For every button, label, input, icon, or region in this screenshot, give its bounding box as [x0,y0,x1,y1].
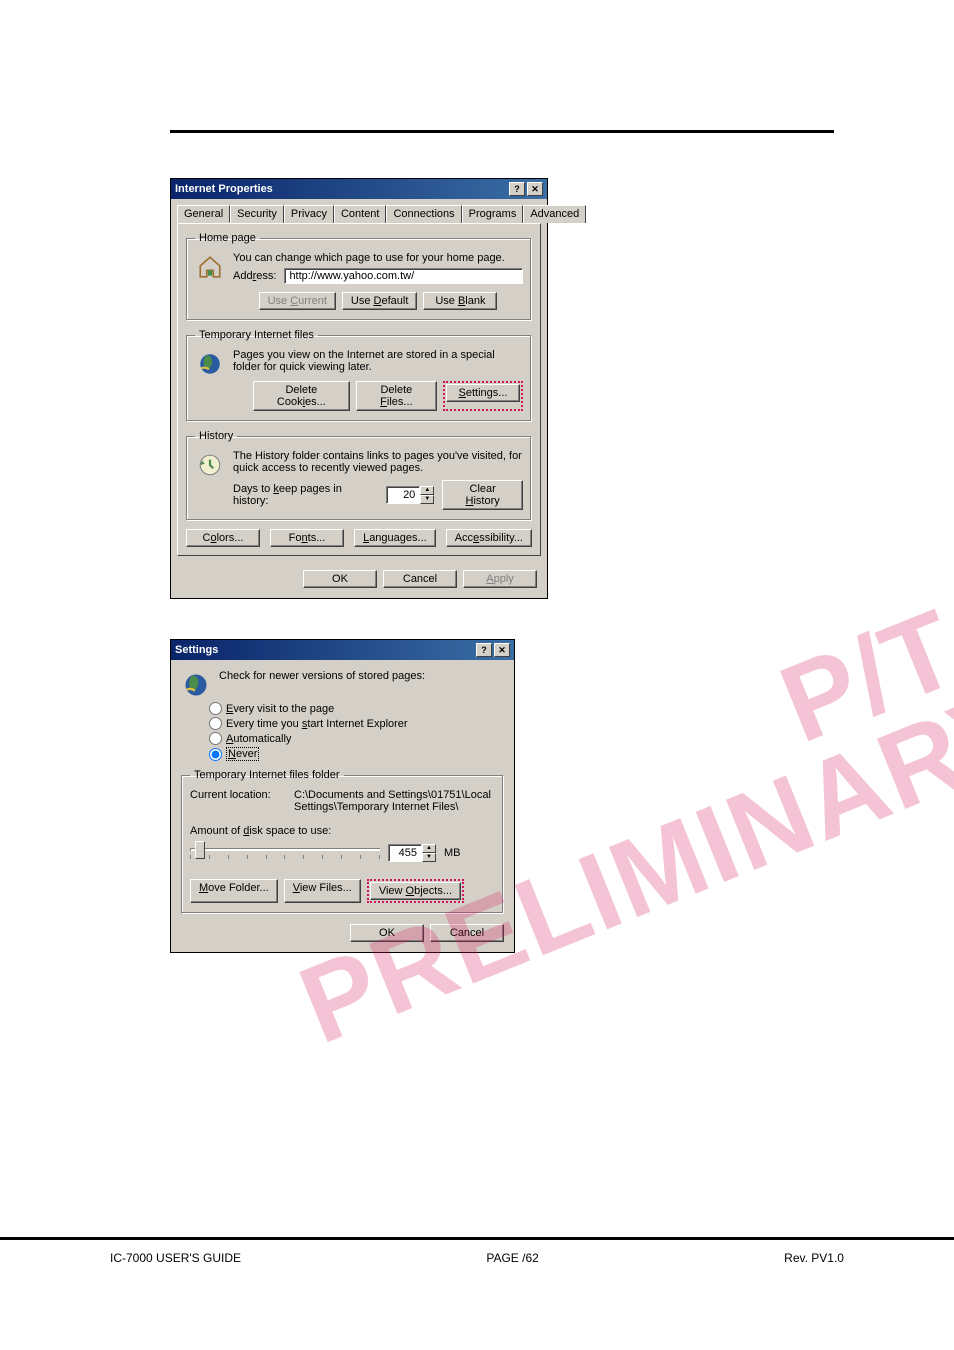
disk-spinner[interactable]: ▲ ▼ [388,844,436,862]
radio-every-visit[interactable] [209,702,222,715]
internet-properties-dialog: Internet Properties ? ✕ General Security… [170,178,548,599]
radio-never[interactable] [209,748,222,761]
globe-icon [181,670,211,700]
radio-label: Automatically [226,733,291,745]
history-icon [195,450,225,480]
tab-general[interactable]: General [177,205,230,223]
homepage-text: You can change which page to use for you… [233,252,523,264]
temp-legend: Temporary Internet files [195,329,318,341]
homepage-group: Home page You can change which page to u… [186,232,532,321]
dialog-title: Internet Properties [175,183,273,195]
titlebar: Internet Properties ? ✕ [171,179,547,199]
colors-button[interactable]: Colors... [186,529,260,547]
tab-advanced[interactable]: Advanced [523,205,586,223]
radio-label: Every visit to the page [226,703,334,715]
tabs: General Security Privacy Content Connect… [171,199,547,223]
footer-right: Rev. PV1.0 [784,1251,844,1265]
fonts-button[interactable]: Fonts... [270,529,344,547]
ok-button[interactable]: OK [350,924,424,942]
temp-folder-group: Temporary Internet files folder Current … [181,769,504,914]
spin-up[interactable]: ▲ [420,486,434,495]
home-icon [195,252,225,282]
disk-label: Amount of disk space to use: [190,825,495,837]
folder-legend: Temporary Internet files folder [190,769,344,781]
temp-files-group: Temporary Internet files Pages you view … [186,329,532,422]
spin-down[interactable]: ▼ [420,495,434,504]
titlebar: Settings ? ✕ [171,640,514,660]
address-input[interactable] [284,268,523,284]
header-divider [170,130,834,133]
address-label: Address: [233,270,276,282]
view-files-button[interactable]: View Files... [284,879,361,903]
disk-input[interactable] [388,844,422,862]
delete-files-button[interactable]: Delete Files... [356,381,437,411]
location-label: Current location: [190,789,286,801]
spin-down[interactable]: ▼ [422,853,436,862]
history-legend: History [195,430,237,442]
clear-history-button[interactable]: Clear History [442,480,523,510]
globe-icon [195,349,225,379]
dialog-title: Settings [175,644,218,656]
use-blank-button[interactable]: Use Blank [423,292,497,310]
tab-content[interactable]: Content [334,205,387,223]
close-button[interactable]: ✕ [494,643,510,657]
footer-center: PAGE /62 [486,1251,538,1265]
delete-cookies-button[interactable]: Delete Cookies... [253,381,350,411]
history-group: History The History folder contains link… [186,430,532,521]
days-spinner[interactable]: ▲ ▼ [386,486,434,504]
settings-highlight: Settings... [443,381,523,411]
settings-dialog: Settings ? ✕ Check for newer versions of… [170,639,515,953]
footer-divider [0,1237,954,1240]
cancel-button[interactable]: Cancel [383,570,457,588]
tab-security[interactable]: Security [230,205,284,223]
settings-button[interactable]: Settings... [446,384,520,402]
view-objects-highlight: View Objects... [367,879,464,903]
use-default-button[interactable]: Use Default [342,292,418,310]
move-folder-button[interactable]: Move Folder... [190,879,278,903]
days-input[interactable] [386,486,420,504]
apply-button[interactable]: Apply [463,570,537,588]
homepage-legend: Home page [195,232,260,244]
location-value: C:\Documents and Settings\01751\Local Se… [294,789,495,813]
accessibility-button[interactable]: Accessibility... [446,529,532,547]
disk-slider[interactable] [190,841,380,859]
tab-connections[interactable]: Connections [386,205,461,223]
footer-left: IC-7000 USER'S GUIDE [110,1251,241,1265]
help-button[interactable]: ? [509,182,525,196]
check-label: Check for newer versions of stored pages… [219,670,425,682]
languages-button[interactable]: Languages... [354,529,436,547]
temp-text: Pages you view on the Internet are store… [233,349,523,373]
ok-button[interactable]: OK [303,570,377,588]
tab-privacy[interactable]: Privacy [284,205,334,223]
disk-unit: MB [444,847,461,859]
cancel-button[interactable]: Cancel [430,924,504,942]
close-button[interactable]: ✕ [527,182,543,196]
use-current-button[interactable]: Use Current [259,292,336,310]
spin-up[interactable]: ▲ [422,844,436,853]
tab-programs[interactable]: Programs [462,205,524,223]
radio-label: Never [226,747,259,761]
help-button[interactable]: ? [476,643,492,657]
radio-every-start[interactable] [209,717,222,730]
history-text: The History folder contains links to pag… [233,450,523,474]
radio-automatically[interactable] [209,732,222,745]
days-label: Days to keep pages in history: [233,483,378,507]
radio-label: Every time you start Internet Explorer [226,718,408,730]
view-objects-button[interactable]: View Objects... [370,882,461,900]
